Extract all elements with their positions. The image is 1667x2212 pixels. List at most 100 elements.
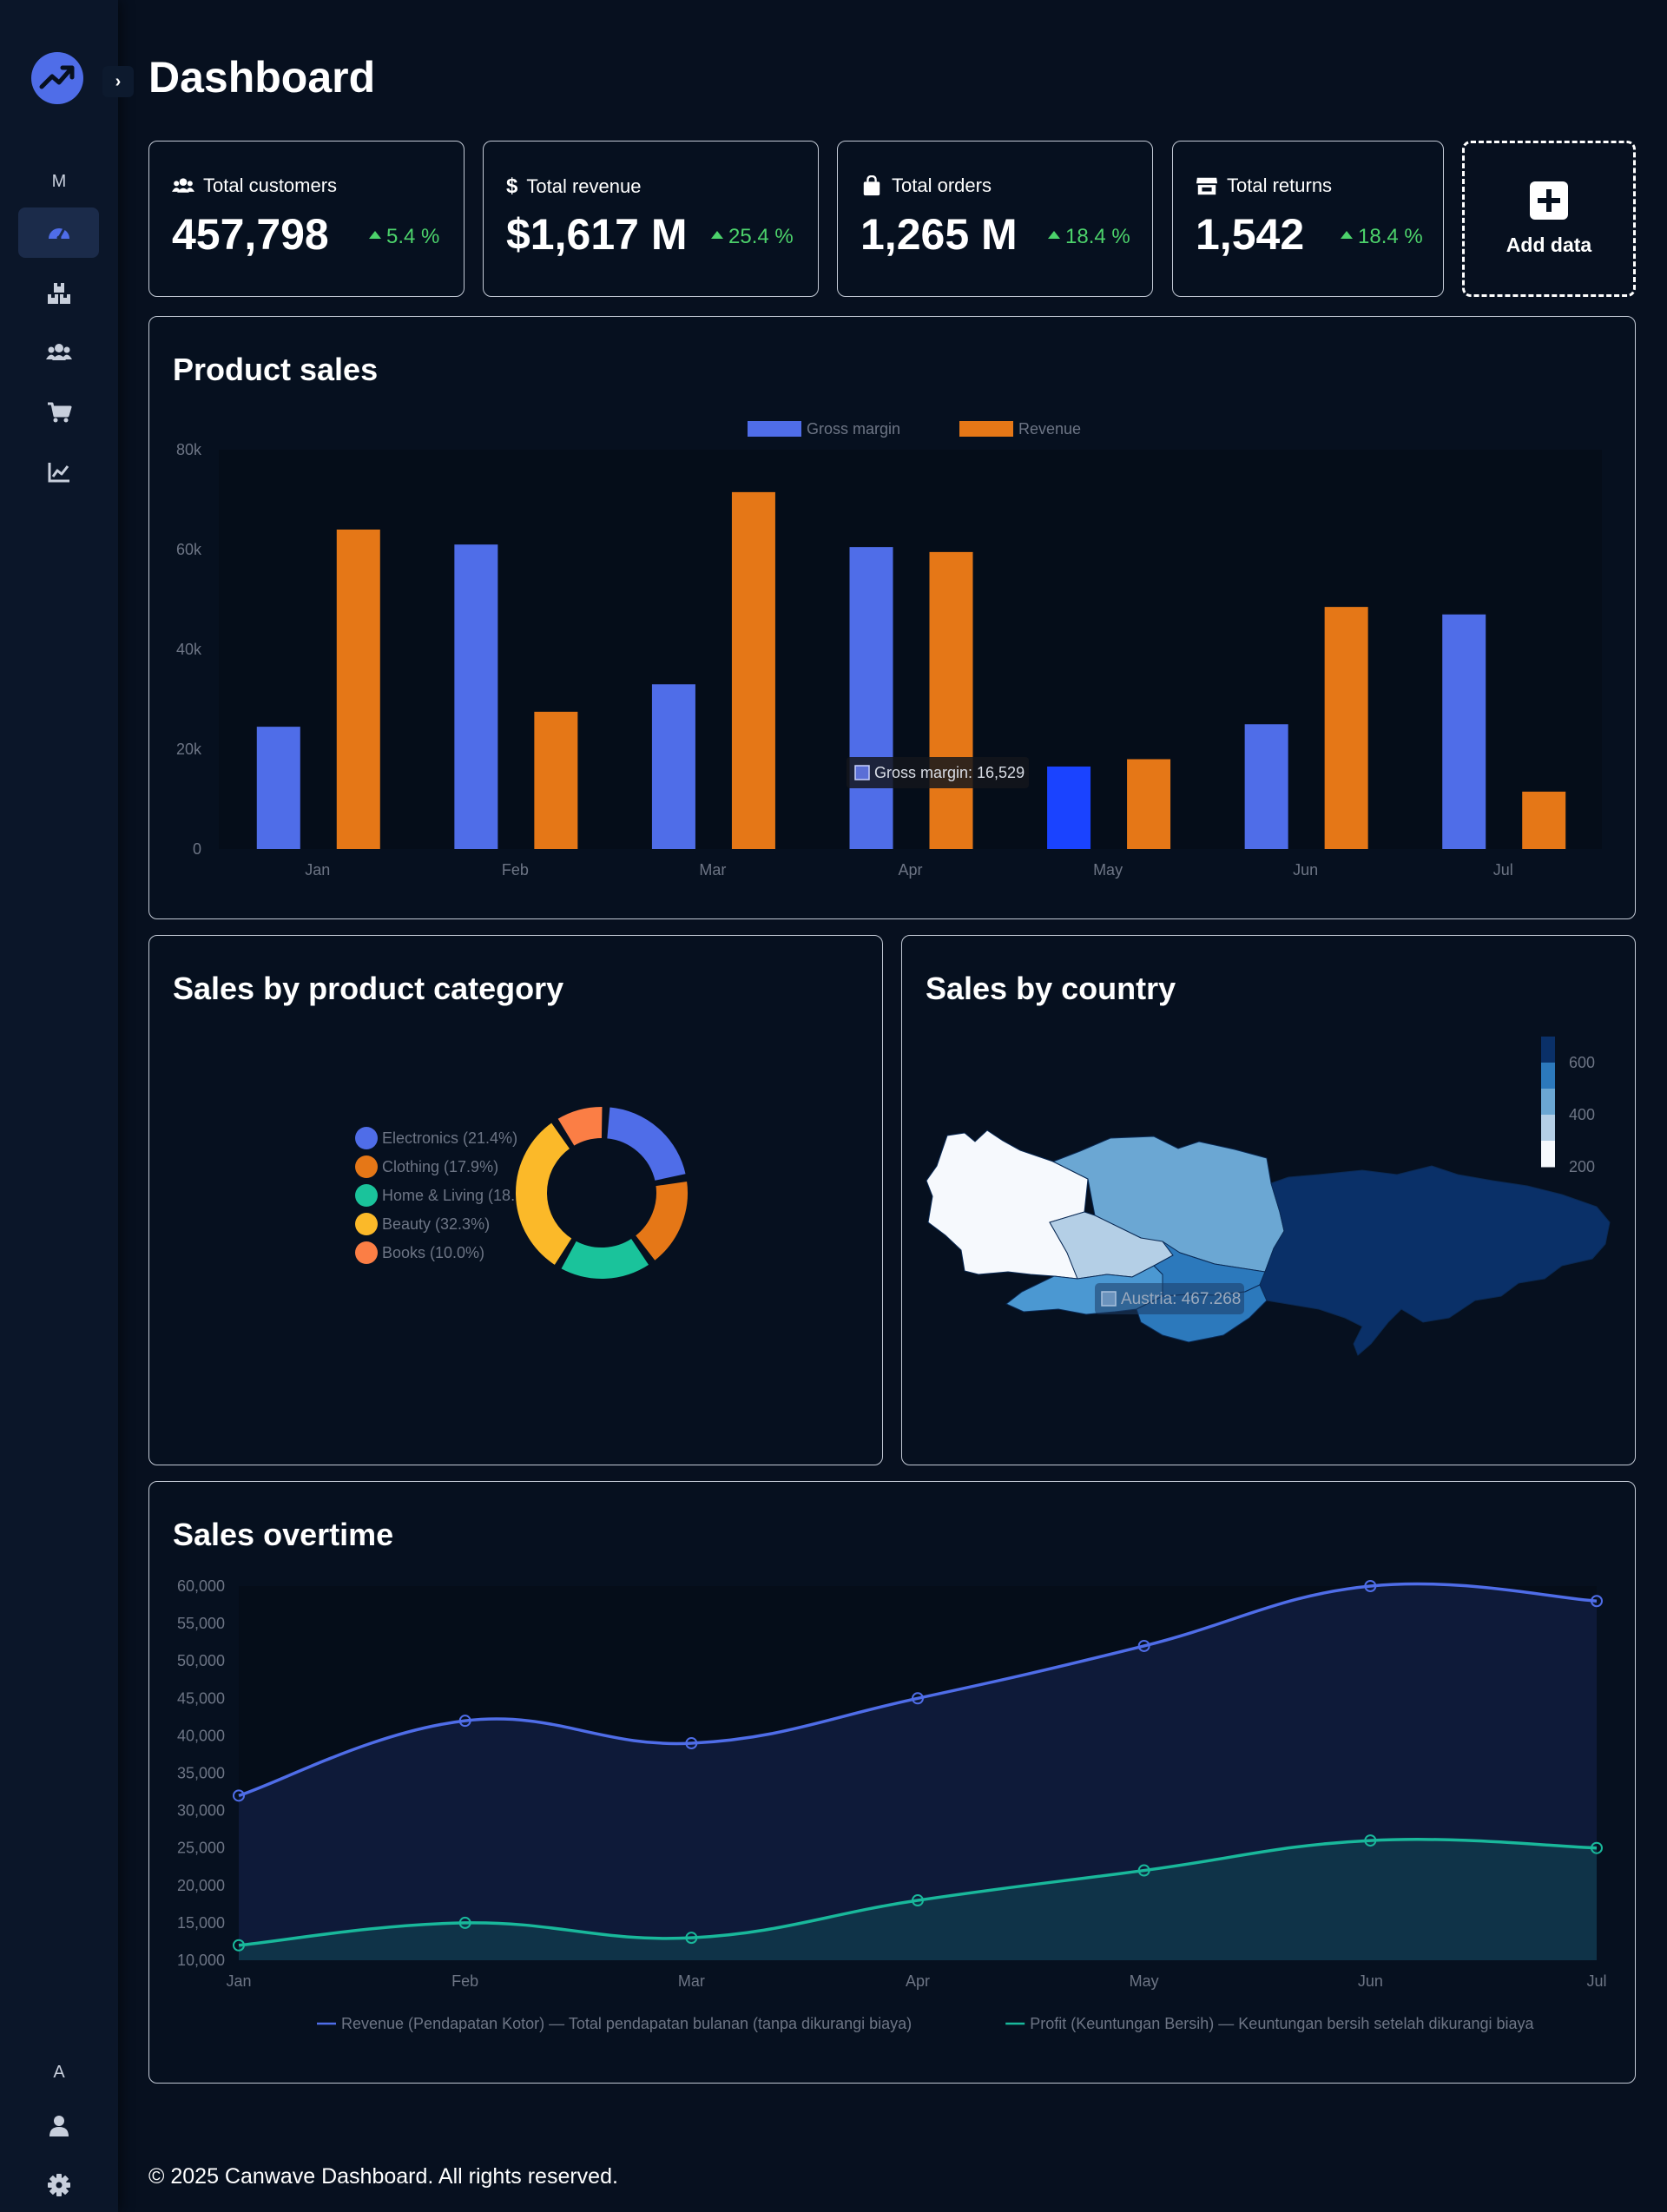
bar-revenue-mar [731, 491, 775, 849]
store-icon [1196, 177, 1218, 195]
legend-swatch [959, 421, 1013, 437]
y-tick-label: 80k [176, 441, 202, 458]
legend-dot [355, 1184, 378, 1207]
x-tick-label: Jan [226, 1972, 251, 1990]
chevron-right-icon: › [115, 71, 122, 91]
legend-label: Revenue [1018, 420, 1081, 438]
bar-revenue-may [1127, 759, 1171, 849]
y-tick-label: 60k [176, 541, 202, 558]
bar-gross-margin-apr [849, 547, 893, 849]
stat-card-returns: Total returns 1,542 18.4 % [1172, 141, 1444, 297]
product-sales-card: Product sales 0 20k 40k 60k 80k Jan Feb Mar Apr M… [148, 316, 1636, 919]
sidebar-expand-button[interactable]: › [102, 66, 134, 97]
users-icon [45, 344, 72, 360]
legend-label: Clothing (17.9%) [382, 1158, 498, 1175]
sidebar-item-settings[interactable] [18, 2160, 99, 2210]
bar-tooltip-text: Gross margin: 16,529 [874, 764, 1025, 781]
dollar-icon: $ [506, 174, 518, 198]
stat-change: 25.4 % [711, 225, 794, 249]
x-tick-label: Jun [1358, 1972, 1383, 1990]
stat-card-customers: Total customers 457,798 5.4 % [148, 141, 465, 297]
sidebar-section-letter-bottom: A [53, 2063, 65, 2082]
page-title: Dashboard [148, 53, 376, 102]
caret-up-icon [1341, 230, 1353, 239]
legend-label: Electronics (21.4%) [382, 1129, 517, 1147]
scale-tick-label: 600 [1569, 1054, 1595, 1071]
x-tick-label: Feb [502, 861, 529, 879]
legend-label: Profit (Keuntungan Bersih) — Keuntungan … [1030, 2015, 1534, 2032]
y-tick-label: 10,000 [177, 1952, 225, 1969]
category-donut-chart: Electronics (21.4%) Clothing (17.9%) Home … [355, 1105, 689, 1280]
bar-gross-margin-mar [651, 684, 695, 849]
donut-slice-1 [633, 1179, 689, 1263]
stat-change-value: 25.4 % [728, 225, 794, 248]
color-scale-legend: 600 400 200 [1541, 1037, 1595, 1175]
x-tick-label: Apr [898, 861, 922, 879]
bar-revenue-apr [929, 551, 973, 849]
stat-change-value: 18.4 % [1065, 225, 1130, 248]
cart-icon [47, 402, 71, 423]
y-tick-label: 40k [176, 641, 202, 658]
stat-card-orders: Total orders 1,265 M 18.4 % [837, 141, 1153, 297]
gear-icon [47, 2174, 70, 2196]
y-tick-label: 0 [193, 840, 201, 858]
y-tick-label: 20k [176, 741, 202, 758]
footer-text: © 2025 Canwave Dashboard. All rights res… [148, 2164, 618, 2189]
gauge-icon [48, 228, 69, 240]
add-data-label: Add data [1506, 233, 1592, 256]
legend-dot [355, 1241, 378, 1264]
x-tick-label: May [1093, 861, 1123, 879]
bar-gross-margin-jul [1442, 614, 1486, 849]
sidebar-item-products[interactable] [18, 268, 99, 319]
users-icon [172, 178, 194, 193]
chart-line-icon [48, 463, 69, 483]
y-tick-label: 45,000 [177, 1689, 225, 1707]
scale-segment [1541, 1063, 1555, 1090]
add-data-button[interactable]: Add data [1462, 141, 1636, 297]
y-tick-label: 60,000 [177, 1577, 225, 1595]
caret-up-icon [369, 230, 381, 239]
country-card: Sales by country 600 400 200 Austria: 467.… [901, 935, 1636, 1465]
tooltip-swatch [854, 765, 870, 780]
sidebar-item-analytics[interactable] [18, 447, 99, 497]
region-germany[interactable] [926, 1129, 1089, 1280]
legend-dot [355, 1127, 378, 1149]
bag-icon [863, 175, 880, 196]
x-tick-label: Jul [1493, 861, 1513, 879]
bar-gross-margin-jun [1244, 724, 1288, 849]
stat-label: Total returns [1227, 174, 1333, 196]
region-ukraine[interactable] [1259, 1165, 1611, 1356]
sidebar: M A [0, 0, 118, 2212]
stat-label-row: Total returns [1196, 174, 1332, 197]
donut-legend: Electronics (21.4%) Clothing (17.9%) Home … [355, 1127, 517, 1264]
product-sales-chart: 0 20k 40k 60k 80k Jan Feb Mar Apr May Jun Jul Gross … [176, 420, 1602, 879]
sidebar-item-orders[interactable] [18, 387, 99, 438]
bar-gross-margin-feb [454, 544, 498, 849]
bar-revenue-jan [336, 530, 380, 849]
caret-up-icon [1048, 230, 1060, 239]
stat-label: Total customers [203, 174, 338, 196]
stat-change-value: 5.4 % [386, 225, 440, 248]
stat-label: Total revenue [526, 175, 642, 197]
country-regions [926, 1129, 1611, 1356]
overtime-chart: 10,000 15,000 20,000 25,000 30,000 35,000 40,0… [177, 1577, 1607, 2032]
x-tick-label: May [1130, 1972, 1159, 1990]
sidebar-item-dashboard[interactable] [18, 207, 99, 258]
legend-dot [355, 1213, 378, 1235]
map-tooltip-text: Austria: 467.268 [1121, 1290, 1241, 1308]
stat-label-row: $ Total revenue [506, 174, 641, 199]
scale-segment [1541, 1141, 1555, 1168]
map-tooltip: Austria: 467.268 [1095, 1283, 1244, 1314]
sidebar-item-profile[interactable] [18, 2101, 99, 2151]
trend-up-icon [39, 65, 75, 89]
x-tick-label: Jan [305, 861, 330, 879]
x-tick-label: Apr [906, 1972, 930, 1990]
scale-segment [1541, 1115, 1555, 1142]
stat-value: 1,265 M [860, 210, 1018, 259]
user-icon [49, 2116, 69, 2136]
sidebar-item-customers[interactable] [18, 327, 99, 378]
boxes-icon [47, 283, 70, 304]
stat-change: 18.4 % [1341, 225, 1423, 249]
logo[interactable] [31, 52, 83, 104]
legend-label: Books (10.0%) [382, 1244, 484, 1261]
